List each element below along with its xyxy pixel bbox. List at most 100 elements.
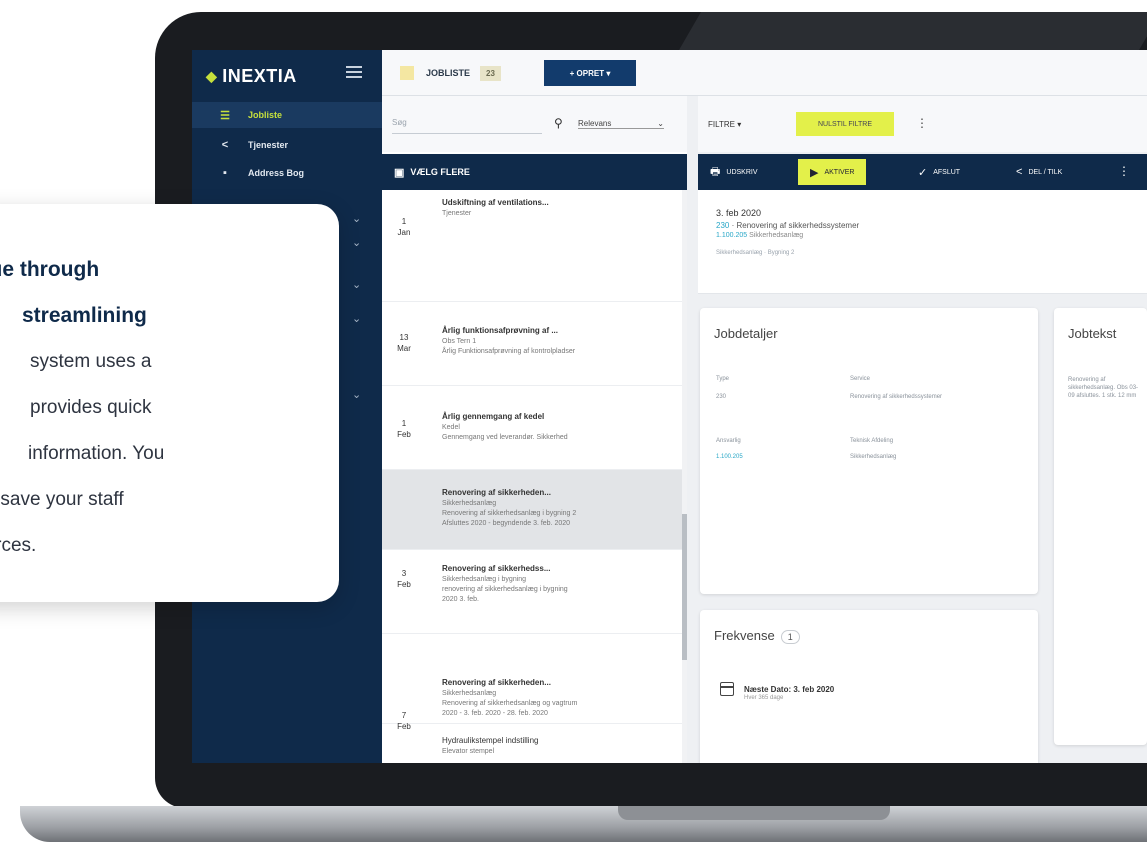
calendar-icon — [720, 682, 734, 696]
job-subtitle: Sikkerhedsanlæg i bygning — [442, 576, 527, 583]
job-subtitle: Obs Tern 1 — [442, 338, 477, 345]
create-button[interactable]: + OPRET ▾ — [544, 60, 636, 86]
print-label: UDSKRIV — [726, 168, 758, 176]
callout-body-line: system uses a — [30, 351, 152, 372]
chevron-down-icon[interactable]: ⌄ — [352, 212, 361, 225]
job-title: Årlig gennemgang af kedel — [442, 412, 545, 421]
tab-jobliste[interactable]: JOBLISTE 23 — [400, 62, 501, 84]
finish-label: AFSLUT — [933, 168, 961, 176]
sidebar-item-label: Tjenester — [248, 140, 289, 150]
job-title: Udskiftning af ventilations... — [442, 198, 549, 207]
search-input[interactable]: Søg — [392, 118, 542, 134]
card-title: Jobdetaljer — [714, 326, 778, 341]
callout-body-line: provides quick — [30, 397, 152, 418]
list-item[interactable]: 1 Jan Udskiftning af ventilations... Tjen… — [382, 190, 687, 302]
list-item[interactable]: Renovering af sikkerheden... Sikkerhedsa… — [382, 634, 687, 724]
job-title: Årlig funktionsafprøvning af ... — [442, 326, 558, 335]
play-icon: ▶ — [810, 166, 819, 179]
search-row: Søg ⚲ Relevans ⌄ — [382, 96, 687, 152]
print-button[interactable]: 🖶 UDSKRIV — [710, 154, 758, 190]
chevron-down-icon[interactable]: ⌄ — [352, 312, 361, 325]
job-subtitle: Tjenester — [442, 210, 472, 217]
job-details: Afsluttes 2020 - begyndende 3. feb. 2020 — [442, 520, 571, 527]
chevron-down-icon[interactable]: ⌄ — [352, 278, 361, 291]
job-subtitle: Sikkerhedsanlæg — [442, 500, 497, 507]
multi-select-icon: ▣ — [394, 166, 405, 179]
sidebar-item-tjenester[interactable]: < Tjenester — [192, 132, 382, 158]
callout-body-line: information. You — [28, 443, 165, 464]
reset-filters-button[interactable]: NULSTIL FILTRE — [796, 112, 894, 136]
job-details: 2020 3. feb. — [442, 596, 479, 603]
action-bar: 🖶 UDSKRIV ▶ AKTIVER ✓ AFSLUT < DEL / TIL… — [698, 154, 1147, 190]
sidebar-item-address-bog[interactable]: ▪ Address Bog — [192, 160, 382, 186]
list-item[interactable]: 13 Mar Årlig funktionsafprøvning af ... O… — [382, 302, 687, 386]
job-date-heading: 3. feb 2020 — [716, 208, 762, 218]
list-item[interactable]: 1 Feb Årlig gennemgang af kedel Kedel Gen… — [382, 386, 687, 470]
job-subtitle: Kedel — [442, 424, 460, 431]
next-date-sub: Hver 365 dage — [744, 695, 784, 701]
callout-heading-line: alue through — [0, 258, 100, 281]
filter-dropdown[interactable]: FILTRE ▾ — [708, 120, 741, 129]
more-actions-icon[interactable]: ⋮ — [1118, 164, 1130, 178]
bezel-highlight — [679, 12, 1147, 50]
job-date: 13 Mar — [397, 333, 411, 353]
job-text-card: Jobtekst Renovering af sikkerhedsanlæg. … — [1054, 308, 1147, 745]
list-scrollbar-thumb[interactable] — [682, 514, 687, 660]
more-options-icon[interactable]: ⋮ — [916, 116, 928, 130]
activate-button[interactable]: ▶ AKTIVER — [798, 159, 867, 185]
logo-diamond-icon: ◆ — [206, 67, 218, 84]
field-value: Renovering af sikkerhedssystemer — [850, 394, 943, 400]
field-label: Ansvarlig — [716, 438, 741, 444]
marketing-screenshot: ◆ INEXTIA ☰ Jobliste < Tjenester ▪ Addre… — [0, 0, 1147, 842]
feature-callout: alue through streamlining system uses a … — [0, 204, 339, 602]
field-label: 230 — [716, 394, 727, 400]
brand-name: INEXTIA — [222, 65, 297, 86]
laptop-base-notch — [618, 806, 890, 820]
chevron-down-icon[interactable]: ⌄ — [352, 236, 361, 249]
job-description: Årlig Funktionsafprøvning af kontrolplad… — [442, 348, 576, 355]
sidebar-item-label: Address Bog — [248, 168, 305, 178]
count-badge: 23 — [480, 65, 501, 81]
job-code-title: 230 · Renovering af sikkerhedssystemer — [716, 221, 860, 230]
job-description: Gennemgang ved leverandør. Sikkerhed — [442, 434, 568, 441]
list-icon: ☰ — [220, 109, 230, 122]
job-reference: 1.100.205 Sikkerhedsanlæg — [716, 232, 804, 239]
filter-row: FILTRE ▾ NULSTIL FILTRE ⋮ — [698, 96, 1147, 152]
share-label: DEL / TILK — [1028, 168, 1063, 176]
print-icon: 🖶 — [710, 165, 721, 178]
activate-label: AKTIVER — [824, 168, 855, 176]
frequency-title: Frekvense 1 — [714, 628, 800, 644]
reference-link[interactable]: 1.100.205 — [716, 232, 747, 239]
next-date: Næste Dato: 3. feb 2020 — [744, 684, 835, 694]
job-description: renovering af sikkerhedsanlæg i bygning — [442, 586, 568, 593]
share-button[interactable]: < DEL / TILK — [1016, 154, 1062, 190]
chevron-down-icon: ⌄ — [657, 119, 664, 128]
callout-body-line: ources. — [0, 535, 37, 556]
list-item[interactable]: 3 Feb Renovering af sikkerhedss... Sikker… — [382, 550, 687, 634]
field-label: Type — [716, 376, 730, 382]
job-detail-pane: FILTRE ▾ NULSTIL FILTRE ⋮ 🖶 UDSKRIV ▶ AK… — [698, 96, 1147, 763]
job-title: Hydraulikstempel indstilling — [442, 736, 539, 745]
select-multiple-bar[interactable]: ▣ VÆLG FLERE — [382, 154, 687, 190]
sort-select[interactable]: Relevans ⌄ — [578, 119, 664, 129]
laptop-base — [20, 806, 1147, 842]
tab-color-icon — [400, 66, 414, 80]
field-link[interactable]: 1.100.205 — [716, 454, 743, 460]
hamburger-menu-icon[interactable] — [346, 66, 362, 78]
list-item-selected[interactable]: Renovering af sikkerheden... Sikkerhedsa… — [382, 470, 687, 550]
search-icon[interactable]: ⚲ — [554, 116, 563, 130]
job-title: Renovering af sikkerheden... — [442, 678, 551, 687]
field-value: Sikkerhedsanlæg — [850, 454, 897, 460]
job-description: Renovering af sikkerhedsanlæg i bygning … — [442, 510, 577, 517]
sidebar-item-jobliste[interactable]: ☰ Jobliste — [192, 102, 382, 128]
job-date: 1 Feb — [397, 419, 411, 439]
finish-button[interactable]: ✓ AFSLUT — [918, 154, 960, 190]
field-value: Service — [850, 376, 871, 382]
job-list-pane: Søg ⚲ Relevans ⌄ ▣ VÆLG FLERE 1 Jan Udski… — [382, 96, 687, 763]
job-date: 1 Jan — [397, 217, 411, 237]
list-item[interactable]: 7 Feb Hydraulikstempel indstilling Elevat… — [382, 711, 687, 763]
job-meta: Sikkerhedsanlæg · Bygning 2 — [716, 250, 795, 256]
app-logo[interactable]: ◆ INEXTIA — [206, 62, 297, 90]
select-multiple-label: VÆLG FLERE — [410, 167, 470, 177]
list-scrollbar[interactable] — [682, 190, 687, 763]
